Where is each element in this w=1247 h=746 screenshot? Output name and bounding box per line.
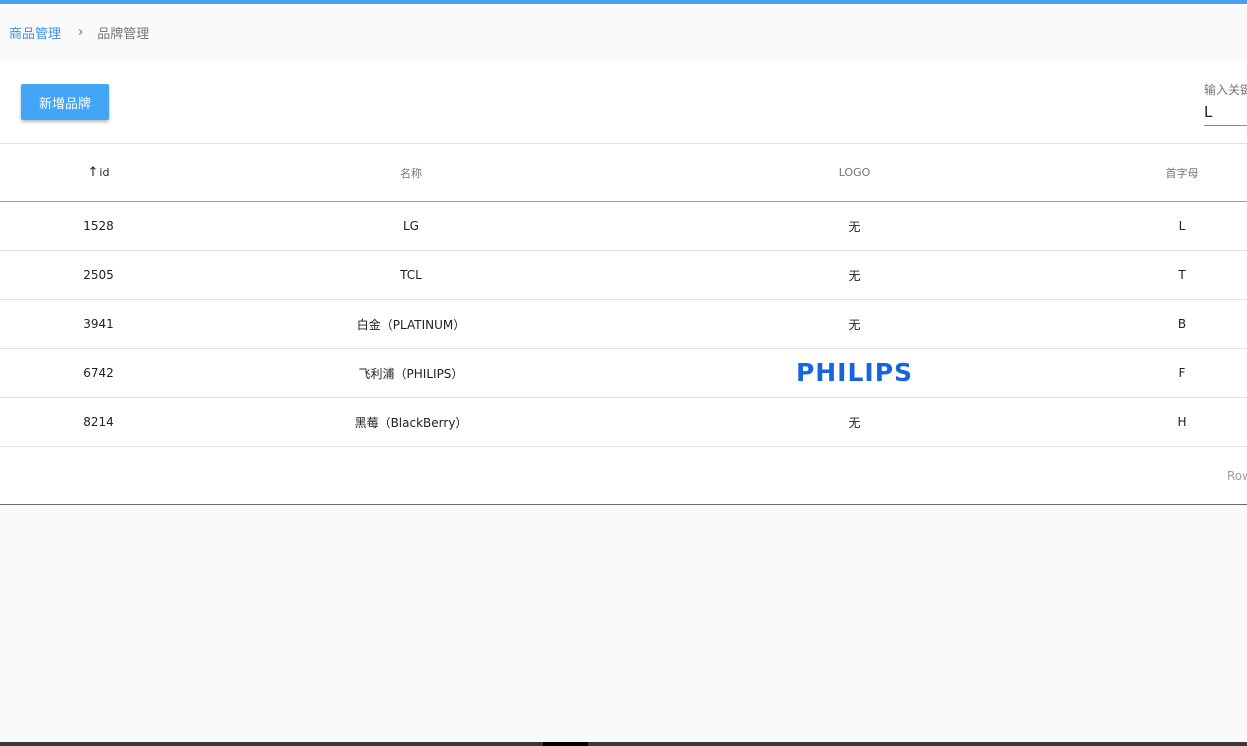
cell-name: 白金（PLATINUM） xyxy=(197,299,625,349)
cell-logo: 无 xyxy=(625,299,1084,349)
table-row[interactable]: 8214 黑莓（BlackBerry） 无 H xyxy=(0,397,1247,447)
column-header-letter[interactable]: 首字母 xyxy=(1084,143,1247,202)
table-header-row: ↑id 名称 LOGO 首字母 xyxy=(0,143,1247,202)
breadcrumb-item-brands: 品牌管理 xyxy=(97,26,150,42)
bottom-handle xyxy=(543,742,588,746)
add-brand-button[interactable]: 新增品牌 xyxy=(21,84,109,120)
cell-logo: 无 xyxy=(625,397,1084,447)
breadcrumb-item-goods[interactable]: 商品管理 xyxy=(9,23,61,42)
cell-letter: H xyxy=(1084,397,1247,447)
brand-table: ↑id 名称 LOGO 首字母 1528 LG 无 L 2505 TCL 无 T… xyxy=(0,143,1247,447)
cell-name: 黑莓（BlackBerry） xyxy=(197,397,625,447)
cell-name: LG xyxy=(197,201,625,251)
table-row[interactable]: 6742 飞利浦（PHILIPS） PHILIPS F xyxy=(0,348,1247,398)
cell-letter: L xyxy=(1084,201,1247,251)
cell-logo: 无 xyxy=(625,250,1084,300)
bottom-bar xyxy=(0,742,1247,746)
cell-name: 飞利浦（PHILIPS） xyxy=(197,348,625,398)
cell-name: TCL xyxy=(197,250,625,300)
column-header-id-label: id xyxy=(99,166,110,179)
cell-id: 6742 xyxy=(0,348,197,398)
table-row[interactable]: 2505 TCL 无 T xyxy=(0,250,1247,300)
cell-letter: T xyxy=(1084,250,1247,300)
arrow-up-icon: ↑ xyxy=(87,165,99,180)
search-label: 输入关键字 xyxy=(1204,83,1247,97)
rows-per-page-label: Rows per page: xyxy=(1227,469,1247,483)
philips-logo: PHILIPS xyxy=(795,358,914,387)
cell-logo: 无 xyxy=(625,201,1084,251)
cell-id: 1528 xyxy=(0,201,197,251)
column-header-logo[interactable]: LOGO xyxy=(625,143,1084,202)
cell-letter: F xyxy=(1084,348,1247,398)
cell-id: 3941 xyxy=(0,299,197,349)
cell-logo: PHILIPS xyxy=(625,348,1084,398)
column-header-name[interactable]: 名称 xyxy=(197,143,625,202)
chevron-right-icon: › xyxy=(78,24,84,40)
cell-id: 8214 xyxy=(0,397,197,447)
column-header-id[interactable]: ↑id xyxy=(0,143,197,202)
table-row[interactable]: 3941 白金（PLATINUM） 无 B xyxy=(0,299,1247,349)
top-accent-bar xyxy=(0,0,1247,4)
table-row[interactable]: 1528 LG 无 L xyxy=(0,201,1247,251)
search-input[interactable] xyxy=(1204,99,1247,126)
cell-id: 2505 xyxy=(0,250,197,300)
brand-table-card: 新增品牌 输入关键字 ↑id 名称 LOGO 首字母 1528 LG 无 L xyxy=(0,61,1247,505)
breadcrumb: 商品管理 › 品牌管理 xyxy=(9,23,150,42)
cell-letter: B xyxy=(1084,299,1247,349)
